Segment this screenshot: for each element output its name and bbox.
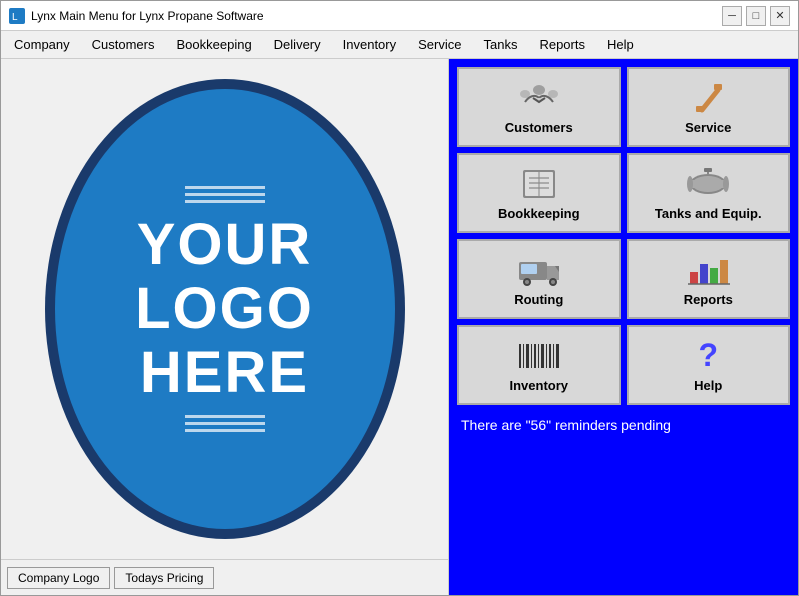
svg-text:L: L xyxy=(12,12,18,23)
logo-area: YOUR LOGO HERE xyxy=(1,59,448,559)
logo-line-logo: LOGO xyxy=(135,277,314,341)
help-label: Help xyxy=(694,378,722,393)
logo-lines-bottom xyxy=(185,415,265,432)
tanks-button[interactable]: Tanks and Equip. xyxy=(627,153,791,233)
menu-help[interactable]: Help xyxy=(596,33,645,56)
right-panel: Customers Service xyxy=(449,59,798,595)
routing-button[interactable]: Routing xyxy=(457,239,621,319)
chart-icon xyxy=(684,252,732,288)
company-logo-button[interactable]: Company Logo xyxy=(7,567,110,589)
menu-delivery[interactable]: Delivery xyxy=(263,33,332,56)
logo-line-6 xyxy=(185,429,265,432)
menu-inventory[interactable]: Inventory xyxy=(332,33,407,56)
logo-inner-circle: YOUR LOGO HERE xyxy=(55,89,395,529)
logo-line-3 xyxy=(185,200,265,203)
inventory-button[interactable]: Inventory xyxy=(457,325,621,405)
grid-buttons: Customers Service xyxy=(457,67,790,405)
menu-tanks[interactable]: Tanks xyxy=(472,33,528,56)
main-window: L Lynx Main Menu for Lynx Propane Softwa… xyxy=(0,0,799,596)
book-icon xyxy=(515,166,563,202)
logo-line-your: YOUR xyxy=(135,213,314,277)
logo-line-1 xyxy=(185,186,265,189)
titlebar: L Lynx Main Menu for Lynx Propane Softwa… xyxy=(1,1,798,31)
routing-label: Routing xyxy=(514,292,563,307)
window-controls: ─ □ ✕ xyxy=(722,6,790,26)
inventory-label: Inventory xyxy=(509,378,568,393)
truck-icon xyxy=(515,252,563,288)
logo-line-5 xyxy=(185,422,265,425)
bookkeeping-label: Bookkeeping xyxy=(498,206,580,221)
tanks-label: Tanks and Equip. xyxy=(655,206,762,221)
customers-button[interactable]: Customers xyxy=(457,67,621,147)
help-button[interactable]: ? Help xyxy=(627,325,791,405)
reminder-text: There are "56" reminders pending xyxy=(457,411,790,439)
app-icon: L xyxy=(9,8,25,24)
bottom-buttons: Company Logo Todays Pricing xyxy=(1,559,448,595)
logo-lines-top xyxy=(185,186,265,203)
minimize-button[interactable]: ─ xyxy=(722,6,742,26)
barcode-icon xyxy=(515,338,563,374)
question-icon: ? xyxy=(684,338,732,374)
wrench-icon xyxy=(684,80,732,116)
close-button[interactable]: ✕ xyxy=(770,6,790,26)
bookkeeping-button[interactable]: Bookkeeping xyxy=(457,153,621,233)
service-button[interactable]: Service xyxy=(627,67,791,147)
menu-service[interactable]: Service xyxy=(407,33,472,56)
menu-reports[interactable]: Reports xyxy=(528,33,596,56)
reports-label: Reports xyxy=(684,292,733,307)
main-content: YOUR LOGO HERE Company Logo To xyxy=(1,59,798,595)
logo-line-2 xyxy=(185,193,265,196)
service-label: Service xyxy=(685,120,731,135)
logo-line-here: HERE xyxy=(135,341,314,405)
menubar: Company Customers Bookkeeping Delivery I… xyxy=(1,31,798,59)
menu-company[interactable]: Company xyxy=(3,33,81,56)
logo-line-4 xyxy=(185,415,265,418)
window-title: Lynx Main Menu for Lynx Propane Software xyxy=(31,9,716,23)
logo-text: YOUR LOGO HERE xyxy=(135,213,314,404)
menu-bookkeeping[interactable]: Bookkeeping xyxy=(166,33,263,56)
reports-button[interactable]: Reports xyxy=(627,239,791,319)
menu-customers[interactable]: Customers xyxy=(81,33,166,56)
logo-outer-circle: YOUR LOGO HERE xyxy=(45,79,405,539)
left-panel: YOUR LOGO HERE Company Logo To xyxy=(1,59,449,595)
todays-pricing-button[interactable]: Todays Pricing xyxy=(114,567,214,589)
maximize-button[interactable]: □ xyxy=(746,6,766,26)
handshake-icon xyxy=(515,80,563,116)
tank-icon xyxy=(684,166,732,202)
customers-label: Customers xyxy=(505,120,573,135)
